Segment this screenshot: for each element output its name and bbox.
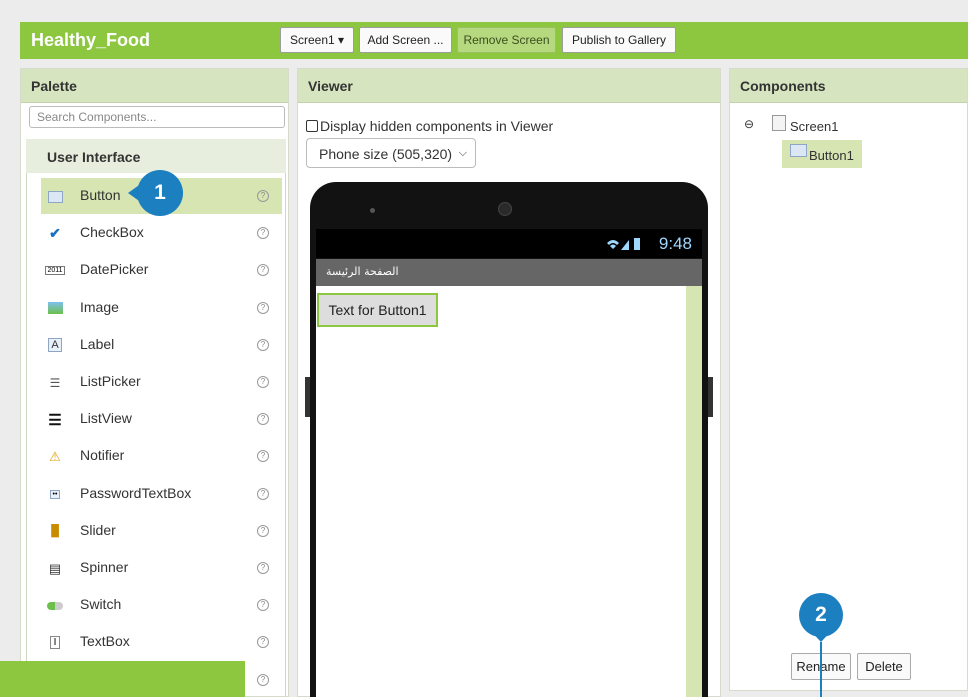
screen-title: الصفحة الرئيسة <box>326 265 399 278</box>
collapse-icon[interactable]: ⊖ <box>744 117 754 131</box>
user-interface-section[interactable]: User Interface <box>26 139 286 173</box>
palette-item-label: DatePicker <box>80 261 149 278</box>
help-icon[interactable]: ? <box>257 190 269 202</box>
help-icon[interactable]: ? <box>257 524 269 537</box>
palette-item-slider[interactable]: ▐▌ Slider? <box>41 513 282 549</box>
top-toolbar: Healthy_Food Screen1 ▾ Add Screen ... Re… <box>20 22 968 59</box>
palette-title: Palette <box>21 69 288 103</box>
palette-item-listview[interactable]: ☰ ListView? <box>41 401 282 437</box>
palette-panel: Palette Search Components... User Interf… <box>20 68 289 697</box>
listpicker-icon: ☰ <box>49 375 61 390</box>
palette-item-label: PasswordTextBox <box>80 484 192 501</box>
display-hidden-checkbox-row[interactable]: Display hidden components in Viewer <box>306 118 553 134</box>
image-icon <box>47 301 63 316</box>
palette-item-label: CheckBox <box>80 224 144 241</box>
add-screen-button[interactable]: Add Screen ... <box>359 27 452 53</box>
app-title: Healthy_Food <box>31 30 151 50</box>
screen-scroll-strip <box>686 286 702 697</box>
palette-item-label: Label <box>80 335 115 352</box>
tree-item-button1[interactable]: Button1 <box>782 140 862 168</box>
palette-item-passwordtextbox[interactable]: •• PasswordTextBox? <box>41 476 282 512</box>
help-icon[interactable]: ? <box>257 227 269 240</box>
spinner-icon: ▤ <box>48 560 62 576</box>
phone-mockup: 9:48 الصفحة الرئيسة Text for Button1 <box>305 182 713 697</box>
palette-item-label: ListPicker <box>80 373 141 389</box>
palette-item-label: Slider <box>80 521 116 538</box>
palette-item-spinner[interactable]: ▤ Spinner? <box>41 550 282 586</box>
callout-badge-2: 2 <box>799 593 843 637</box>
screen-select-button[interactable]: Screen1 ▾ <box>280 27 354 53</box>
components-panel: Components ⊖ Screen1 Button1 Rename Dele… <box>729 68 968 691</box>
help-icon[interactable]: ? <box>257 674 269 686</box>
palette-list: Button? ✔ CheckBox? 2011 DatePicker? Image? A L… <box>26 173 286 697</box>
listview-icon: ☰ <box>48 411 62 429</box>
camera-icon <box>370 208 375 213</box>
phone-screen[interactable]: Text for Button1 <box>316 286 702 697</box>
palette-item-label: Button <box>80 187 121 203</box>
palette-item-image[interactable]: Image? <box>41 290 282 326</box>
help-icon[interactable]: ? <box>257 264 269 277</box>
palette-item-label: Spinner <box>80 559 129 575</box>
speaker-icon <box>498 202 512 216</box>
palette-item-label[interactable]: A Label? <box>41 327 282 363</box>
phone-app-bar: الصفحة الرئيسة <box>316 259 702 286</box>
checkbox-icon: ✔ <box>49 225 61 242</box>
search-components-input[interactable]: Search Components... <box>29 106 285 128</box>
button1-preview[interactable]: Text for Button1 <box>317 293 438 327</box>
textbox-icon: I <box>47 635 63 650</box>
tree-item-screen1[interactable]: Screen1 <box>790 119 838 134</box>
callout-badge-1: 1 <box>137 170 183 216</box>
help-icon[interactable]: ? <box>257 487 269 500</box>
phone-clock: 9:48 <box>658 234 692 253</box>
slider-icon: ▐▌ <box>47 525 63 538</box>
bottom-overlay-bar <box>0 661 245 697</box>
publish-gallery-button[interactable]: Publish to Gallery <box>562 27 676 53</box>
display-hidden-label: Display hidden components in Viewer <box>320 118 554 134</box>
label-icon: A <box>47 338 63 353</box>
palette-item-label: ListView <box>80 410 132 427</box>
help-icon[interactable]: ? <box>257 450 269 463</box>
viewer-panel: Viewer Display hidden components in View… <box>297 68 721 697</box>
help-icon[interactable]: ? <box>257 636 269 649</box>
password-icon: •• <box>47 487 63 502</box>
switch-icon <box>47 598 63 613</box>
chevron-down-icon: ⌵ <box>458 147 467 159</box>
help-icon[interactable]: ? <box>257 413 269 426</box>
help-icon[interactable]: ? <box>257 599 269 612</box>
help-icon[interactable]: ? <box>257 301 269 314</box>
phone-status-bar: 9:48 <box>316 229 702 258</box>
button-icon <box>790 144 807 157</box>
notifier-icon: ⚠ <box>49 448 61 464</box>
delete-button[interactable]: Delete <box>857 653 911 680</box>
phone-side-button <box>708 377 713 417</box>
remove-screen-button[interactable]: Remove Screen <box>457 27 556 53</box>
wifi-signal-battery-icon <box>607 238 640 250</box>
help-icon[interactable]: ? <box>257 338 269 351</box>
help-icon[interactable]: ? <box>257 376 269 388</box>
button-icon <box>47 189 63 204</box>
palette-item-textbox[interactable]: I TextBox? <box>41 624 282 660</box>
phone-side-button <box>305 377 310 417</box>
palette-item-label: Notifier <box>80 447 125 464</box>
phone-size-select[interactable]: Phone size (505,320) ⌵ <box>306 138 476 168</box>
palette-item-notifier[interactable]: ⚠ Notifier? <box>41 438 282 474</box>
datepicker-icon: 2011 <box>45 266 65 276</box>
palette-item-datepicker[interactable]: 2011 DatePicker? <box>41 252 282 288</box>
tree-item-button1-label: Button1 <box>809 148 854 163</box>
viewer-title: Viewer <box>298 69 720 103</box>
palette-item-label: TextBox <box>80 633 130 650</box>
palette-item-switch[interactable]: Switch? <box>41 587 282 623</box>
components-title: Components <box>730 69 967 103</box>
palette-item-label: Switch <box>80 596 122 613</box>
palette-item-listpicker[interactable]: ☰ ListPicker? <box>41 364 282 400</box>
help-icon[interactable]: ? <box>257 562 269 574</box>
palette-item-checkbox[interactable]: ✔ CheckBox? <box>41 215 282 251</box>
palette-item-label: Image <box>80 298 119 315</box>
screen-icon <box>772 115 786 131</box>
display-hidden-checkbox[interactable] <box>306 120 318 132</box>
phone-size-value: Phone size (505,320) <box>319 146 453 162</box>
